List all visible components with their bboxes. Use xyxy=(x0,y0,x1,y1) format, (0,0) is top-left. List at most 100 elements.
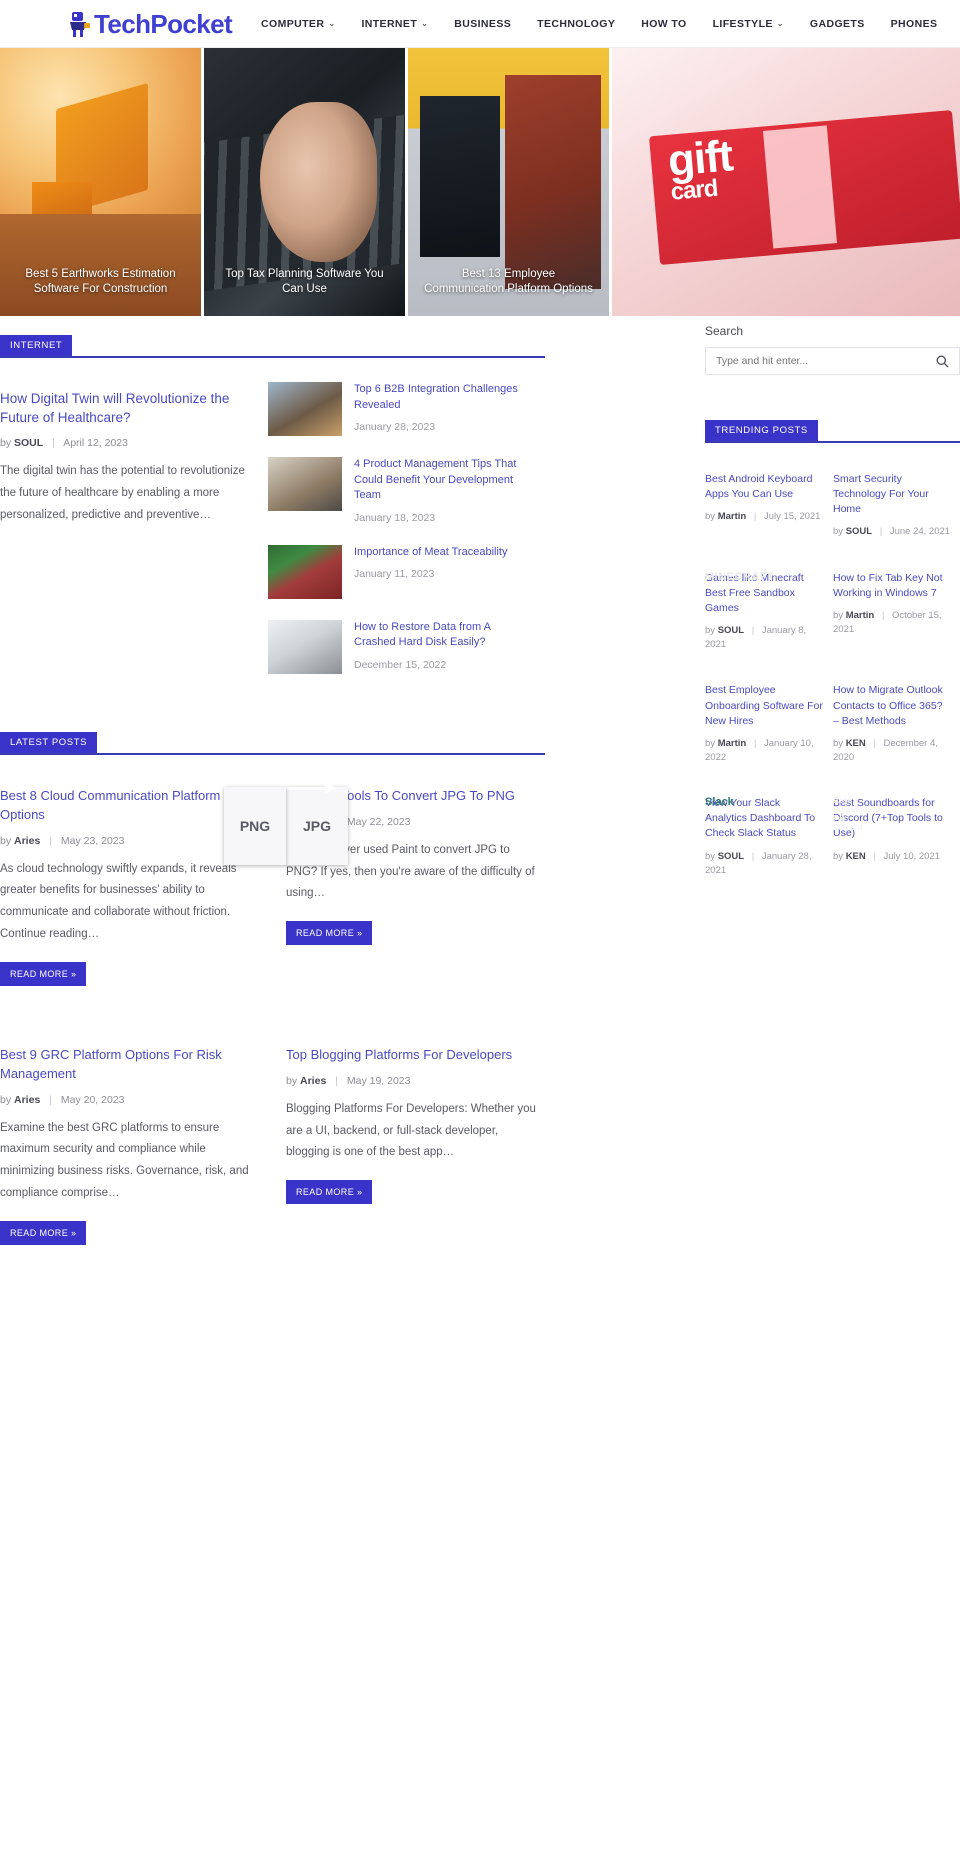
trending-meta: by SOUL | January 8, 2021 xyxy=(705,624,823,653)
post-title: Best 9 GRC Platform Options For Risk Man… xyxy=(0,1046,222,1081)
trending-meta: by SOUL | June 24, 2021 xyxy=(833,525,951,539)
hero-slide[interactable]: Best 13 Employee Communication Platform … xyxy=(408,48,609,316)
author-name[interactable]: Aries xyxy=(14,1094,40,1106)
trending-posts-grid: Best Android Keyboard Apps You Can Use b… xyxy=(705,463,960,878)
publish-date: May 23, 2023 xyxy=(60,834,125,847)
author-name[interactable]: Aries xyxy=(300,1075,326,1087)
trending-title: Best Android Keyboard Apps You Can Use xyxy=(705,473,813,501)
by-prefix: by xyxy=(833,737,844,749)
nav-label: GADGETS xyxy=(809,17,865,30)
post-title-link[interactable]: Best 8 Cloud Communication Platform Opti… xyxy=(0,787,258,825)
hero-slide[interactable]: Best 5 Earthworks Estimation Software Fo… xyxy=(0,48,201,316)
post-excerpt: Examine the best GRC platforms to ensure… xyxy=(0,1121,249,1200)
section-header-latest: LATEST POSTS xyxy=(0,729,545,755)
nav-item-gadgets[interactable]: GADGETS xyxy=(797,18,878,30)
publish-date: July 15, 2021 xyxy=(763,511,821,523)
nav-label: PHONES xyxy=(890,17,938,30)
by-prefix: by xyxy=(705,624,716,636)
section-badge: LATEST POSTS xyxy=(0,731,98,753)
trending-title: Best Employee Onboarding Software For Ne… xyxy=(705,684,823,727)
nav-item-lifestyle[interactable]: LIFESTYLE ⌄ xyxy=(700,18,797,30)
nav-label: BUSINESS xyxy=(454,17,512,30)
slide-caption: Best 13 Employee Communication Platform … xyxy=(424,267,593,296)
publish-date: May 22, 2023 xyxy=(346,815,411,828)
list-item[interactable]: Importance of Meat Traceability January … xyxy=(268,544,528,599)
nav-item-computer[interactable]: COMPUTER ⌄ xyxy=(248,18,348,30)
trending-card: Smart Security Technology For Your Home … xyxy=(833,463,951,540)
post-title: Best 8 Cloud Communication Platform Opti… xyxy=(0,787,221,822)
meta-separator: | xyxy=(881,609,885,621)
author-name[interactable]: SOUL xyxy=(718,851,744,862)
by-prefix: by xyxy=(705,850,716,862)
trending-meta: by KEN | December 4, 2020 xyxy=(833,737,951,766)
trending-title-link[interactable]: How to Fix Tab Key Not Working in Window… xyxy=(833,571,951,601)
meta-separator: | xyxy=(753,737,757,749)
slide-caption: Best 5 Earthworks Estimation Software Fo… xyxy=(25,267,176,296)
post-meta: by Aries | May 23, 2023 xyxy=(0,835,258,847)
list-item[interactable]: How to Restore Data from A Crashed Hard … xyxy=(268,619,528,674)
meta-separator: | xyxy=(335,1074,338,1087)
search-input[interactable] xyxy=(716,355,936,367)
author-name[interactable]: Martin xyxy=(846,610,875,621)
list-item-thumbnail xyxy=(268,382,342,436)
main-nav: COMPUTER ⌄ INTERNET ⌄ BUSINESS TECHNOLOG… xyxy=(248,18,950,30)
post-card: Best 8 Cloud Communication Platform Opti… xyxy=(0,773,258,986)
hero-slide[interactable]: gift card xyxy=(612,48,960,316)
read-more-button[interactable]: READ MORE » xyxy=(0,961,87,986)
nav-item-business[interactable]: BUSINESS xyxy=(441,18,524,30)
meta-separator: | xyxy=(873,737,876,749)
section-header-internet: INTERNET xyxy=(0,332,545,358)
hero-slide[interactable]: Top Tax Planning Software You Can Use xyxy=(204,48,405,316)
by-prefix: by xyxy=(833,526,844,538)
author-name[interactable]: SOUL xyxy=(846,526,872,537)
post-title-link[interactable]: Best 9 GRC Platform Options For Risk Man… xyxy=(0,1046,258,1084)
giftcard-text: gift card xyxy=(665,131,735,207)
read-more-button[interactable]: READ MORE » xyxy=(0,1220,87,1245)
trending-title: How to Fix Tab Key Not Working in Window… xyxy=(833,571,943,599)
list-item-date: January 11, 2023 xyxy=(354,568,435,581)
author-name[interactable]: SOUL xyxy=(718,625,744,636)
trending-title-link[interactable]: Best Employee Onboarding Software For Ne… xyxy=(705,683,823,728)
post-card: Top Blogging Platforms For Developers by… xyxy=(286,1032,544,1245)
post-meta: by Aries | May 19, 2023 xyxy=(286,1075,544,1087)
chevron-down-icon: ⌄ xyxy=(328,19,336,28)
author-name[interactable]: KEN xyxy=(846,851,866,862)
hero-slider: Best 5 Earthworks Estimation Software Fo… xyxy=(0,48,960,316)
trending-meta: by Martin | July 15, 2021 xyxy=(705,510,823,524)
slide-caption: Top Tax Planning Software You Can Use xyxy=(225,267,384,296)
trending-title-link[interactable]: How to Migrate Outlook Contacts to Offic… xyxy=(833,683,951,728)
chevron-down-icon: ⌄ xyxy=(776,19,784,28)
chevron-down-icon: ⌄ xyxy=(421,19,429,28)
internet-featured-row: How Digital Twin will Revolutionize the … xyxy=(0,376,545,695)
read-more-button[interactable]: READ MORE » xyxy=(286,921,373,946)
author-name[interactable]: Martin xyxy=(718,511,747,522)
trending-title-link[interactable]: Best Android Keyboard Apps You Can Use xyxy=(705,472,823,502)
trending-title: How to Migrate Outlook Contacts to Offic… xyxy=(833,684,943,727)
trending-title: Smart Security Technology For Your Home xyxy=(833,473,929,516)
search-icon[interactable] xyxy=(936,355,949,368)
trending-title-link[interactable]: Best Soundboards for Discord (7+Top Tool… xyxy=(833,796,951,841)
sidebar: Search TRENDING POSTS Best Android Keybo… xyxy=(705,316,960,1297)
trending-card: How to Migrate Outlook Contacts to Offic… xyxy=(833,674,951,765)
site-logo[interactable]: TechPocket xyxy=(66,10,233,38)
by-prefix: by xyxy=(833,850,844,862)
list-item-thumbnail xyxy=(268,457,342,511)
search-box[interactable] xyxy=(705,347,960,375)
nav-item-phones[interactable]: PHONES xyxy=(878,18,951,30)
post-title-link[interactable]: Top Blogging Platforms For Developers xyxy=(286,1046,544,1065)
nav-item-technology[interactable]: TECHNOLOGY xyxy=(524,18,628,30)
nav-item-internet[interactable]: INTERNET ⌄ xyxy=(348,18,441,30)
trending-title-link[interactable]: Smart Security Technology For Your Home xyxy=(833,472,951,517)
author-name[interactable]: Aries xyxy=(14,835,40,847)
featured-title-link[interactable]: How Digital Twin will Revolutionize the … xyxy=(0,389,250,427)
list-item[interactable]: 4 Product Management Tips That Could Ben… xyxy=(268,457,528,524)
read-more-button[interactable]: READ MORE » xyxy=(286,1180,373,1205)
trending-card: Games like Minecraft Best Free Sandbox G… xyxy=(705,562,823,653)
author-name[interactable]: Martin xyxy=(718,738,747,749)
author-name[interactable]: KEN xyxy=(846,738,866,749)
nav-item-how-to[interactable]: HOW TO xyxy=(628,18,699,30)
list-item[interactable]: Top 6 B2B Integration Challenges Reveale… xyxy=(268,382,528,436)
author-name[interactable]: SOUL xyxy=(14,437,43,449)
nav-label: INTERNET xyxy=(361,17,418,30)
meta-separator: | xyxy=(49,1093,52,1106)
